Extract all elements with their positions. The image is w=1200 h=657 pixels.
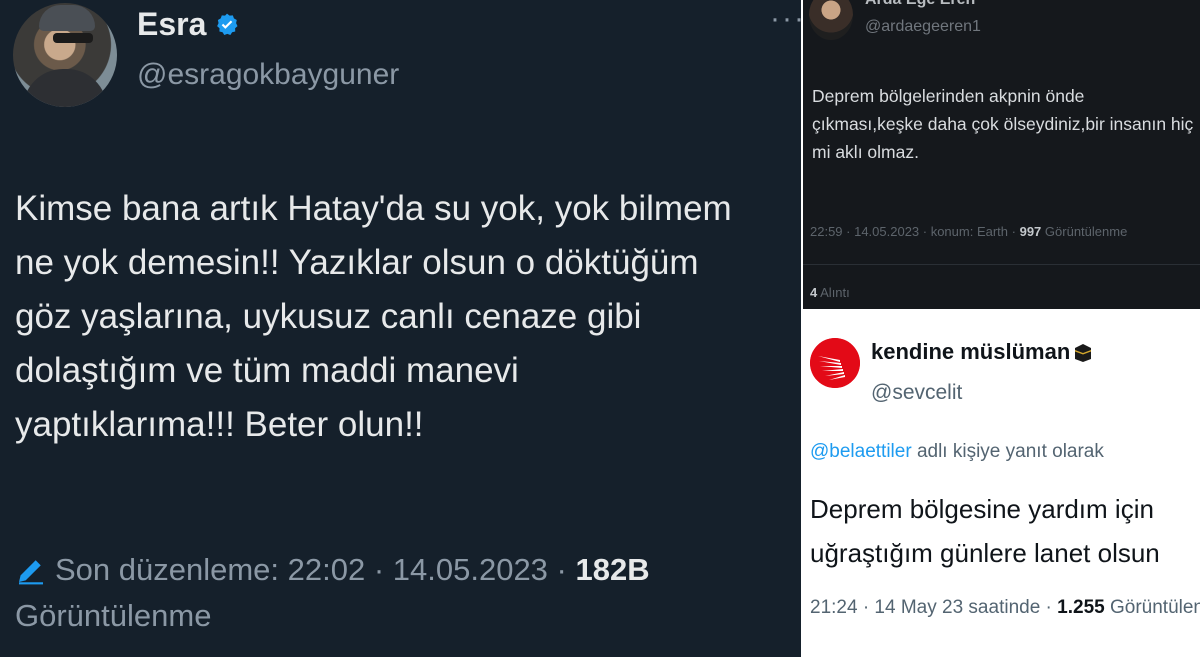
author-name[interactable]: Esra: [137, 6, 206, 43]
reply-mention-link[interactable]: @belaettiler: [810, 441, 912, 462]
author-name[interactable]: Arda Ege Eren: [865, 0, 975, 9]
tweet-esra: Esra @esragokbayguner ··· Kimse bana art…: [0, 0, 801, 657]
author-name[interactable]: kendine müslüman: [871, 339, 1070, 365]
views-label: Görüntülenme: [1109, 597, 1200, 618]
author-handle[interactable]: @ardaegeeren1: [865, 18, 981, 36]
avatar[interactable]: [809, 0, 853, 40]
verified-badge-icon: [217, 13, 238, 35]
views-count: 182B: [575, 552, 650, 587]
tweet-meta: 21:24 · 14 May 23 saatinde · 1.255 Görün…: [810, 597, 1200, 619]
tweet-text: Kimse bana artık Hatay'da su yok, yok bi…: [15, 189, 732, 444]
quotes-label: Alıntı: [820, 285, 850, 300]
tweet-text: Deprem bölgelerinden akpnin önde çıkması…: [812, 86, 1194, 162]
author-handle[interactable]: @esragokbayguner: [137, 58, 399, 92]
timestamp[interactable]: 22:59 · 14.05.2023 · konum: Earth ·: [810, 224, 1016, 239]
author-row: kendine müslüman: [871, 339, 1092, 365]
quotes-link[interactable]: 4 Alıntı: [810, 285, 850, 300]
views-label: Görüntülenme: [1044, 224, 1128, 239]
avatar[interactable]: [13, 3, 117, 107]
views-label: Görüntülenme: [15, 598, 212, 633]
timestamp[interactable]: 21:24 · 14 May 23 saatinde ·: [810, 597, 1052, 618]
views-count: 1.255: [1057, 597, 1105, 618]
tweet-text: Deprem bölgesine yardım için uğraştığım …: [810, 494, 1160, 568]
kaaba-emoji-icon: [1075, 344, 1092, 362]
party-logo-icon[interactable]: [810, 338, 860, 388]
reply-context: @belaettiler adlı kişiye yanıt olarak: [810, 441, 1104, 463]
tweet-arda: Arda Ege Eren @ardaegeeren1 Deprem bölge…: [801, 0, 1200, 309]
views-count: 997: [1019, 224, 1042, 239]
edit-info[interactable]: Son düzenleme: 22:02 · 14.05.2023 ·: [55, 552, 567, 588]
tweet-meta: 22:59 · 14.05.2023 · konum: Earth · 997 …: [810, 224, 1127, 239]
author-handle[interactable]: @sevcelit: [871, 381, 962, 405]
author-row: Esra: [137, 6, 240, 43]
reply-suffix: adlı kişiye yanıt olarak: [916, 441, 1104, 462]
tweet-sevcelit: kendine müslüman @sevcelit @belaettiler …: [801, 309, 1200, 657]
more-icon[interactable]: ···: [770, 2, 801, 36]
edit-pencil-icon: [19, 560, 43, 585]
divider: [803, 264, 1200, 265]
tweet-meta: Son düzenleme: 22:02 · 14.05.2023 · 182B: [15, 552, 650, 588]
quotes-count: 4: [810, 285, 818, 300]
